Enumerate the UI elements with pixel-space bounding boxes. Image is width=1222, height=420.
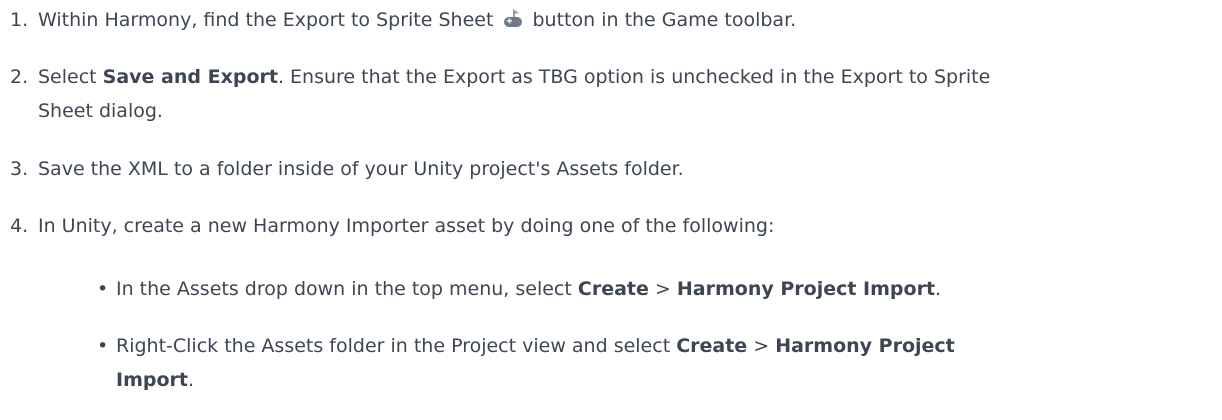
- bullet-text-part: .: [187, 369, 195, 391]
- step-text-part: Select: [38, 66, 103, 88]
- bullet-text-part: >: [648, 278, 677, 300]
- step-text: Within Harmony, find the Export to Sprit…: [38, 5, 1216, 35]
- step-text-part: Within Harmony, find the Export to Sprit…: [38, 9, 494, 31]
- step-text-part: In Unity, create a new Harmony Importer …: [38, 215, 775, 237]
- bullet-text: In the Assets drop down in the top menu,…: [116, 274, 1216, 304]
- step-text: Save the XML to a folder inside of your …: [38, 154, 1216, 184]
- bullet-text: Right-Click the Assets folder in the Pro…: [116, 331, 1216, 395]
- menu-label-bold: Create: [676, 335, 748, 357]
- step-text: In Unity, create a new Harmony Importer …: [38, 211, 1216, 241]
- bullet-text-part: In the Assets drop down in the top menu,…: [116, 278, 578, 300]
- menu-label-bold: Import: [116, 369, 188, 391]
- step-number: 3.: [10, 158, 29, 180]
- step-number: 2.: [10, 66, 29, 88]
- bullet-dot: •: [97, 278, 109, 300]
- bullet-dot: •: [97, 335, 109, 357]
- step-text-part: button in the Game toolbar.: [532, 9, 797, 31]
- step-text-part: Sheet dialog.: [38, 100, 163, 122]
- menu-label-bold: Harmony Project: [775, 335, 955, 357]
- step-number: 1.: [10, 9, 29, 31]
- bullet-text-part: >: [747, 335, 776, 357]
- gamepad-export-icon: [502, 8, 524, 30]
- step-text: Select Save and Export. Ensure that the …: [38, 62, 1216, 126]
- step-text-part: Save the XML to a folder inside of your …: [38, 158, 684, 180]
- menu-label-bold: Harmony Project Import: [676, 278, 936, 300]
- document-body: 1. Within Harmony, find the Export to Sp…: [0, 0, 1222, 420]
- step-text-part: . Ensure that the Export as TBG option i…: [277, 66, 991, 88]
- bullet-text-part: .: [935, 278, 942, 300]
- menu-label-bold: Create: [577, 278, 649, 300]
- step-number: 4.: [10, 215, 29, 237]
- bullet-text-part: Right-Click the Assets folder in the Pro…: [116, 335, 677, 357]
- ui-label-bold: Save and Export: [102, 66, 278, 88]
